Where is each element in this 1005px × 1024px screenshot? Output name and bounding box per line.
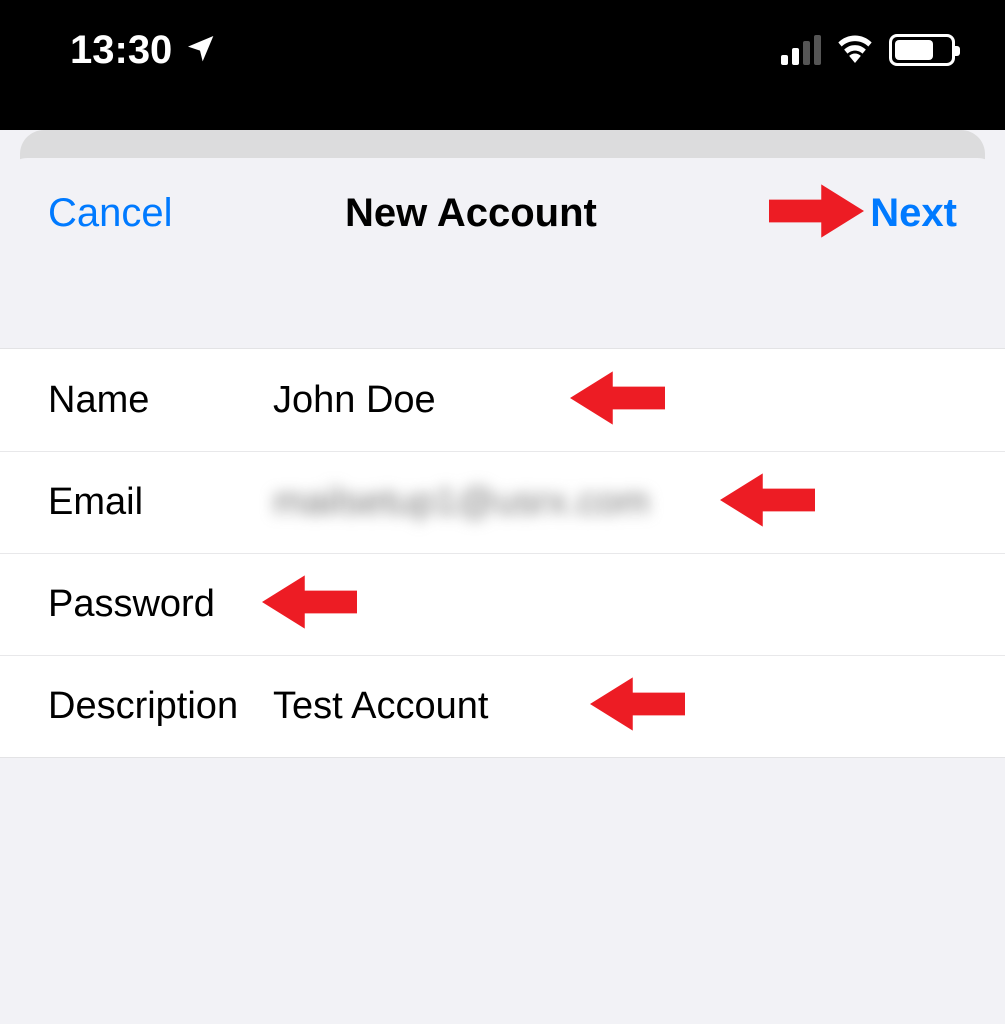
status-time: 13:30 <box>70 28 172 73</box>
status-bar: 13:30 <box>0 0 1005 130</box>
description-field[interactable] <box>273 685 957 728</box>
navigation-bar: Cancel New Account Next <box>0 158 1005 268</box>
annotation-arrow-icon <box>769 181 864 246</box>
email-field[interactable] <box>273 481 957 524</box>
cancel-button[interactable]: Cancel <box>48 191 173 236</box>
modal-sheet: Cancel New Account Next Name Email Passw… <box>0 158 1005 1024</box>
email-row[interactable]: Email <box>0 451 1005 553</box>
fields-group: Name Email Password Description <box>0 348 1005 758</box>
description-row[interactable]: Description <box>0 655 1005 757</box>
email-label: Email <box>48 481 273 524</box>
password-row[interactable]: Password <box>0 553 1005 655</box>
name-row[interactable]: Name <box>0 349 1005 451</box>
name-label: Name <box>48 379 273 422</box>
password-label: Password <box>48 583 273 626</box>
password-field[interactable] <box>273 583 957 626</box>
cellular-signal-icon <box>781 35 821 65</box>
location-icon <box>184 32 216 69</box>
name-field[interactable] <box>273 379 957 422</box>
page-title: New Account <box>345 191 597 236</box>
next-button[interactable]: Next <box>870 191 957 236</box>
wifi-icon <box>835 33 875 68</box>
battery-icon <box>889 34 955 66</box>
description-label: Description <box>48 685 273 728</box>
